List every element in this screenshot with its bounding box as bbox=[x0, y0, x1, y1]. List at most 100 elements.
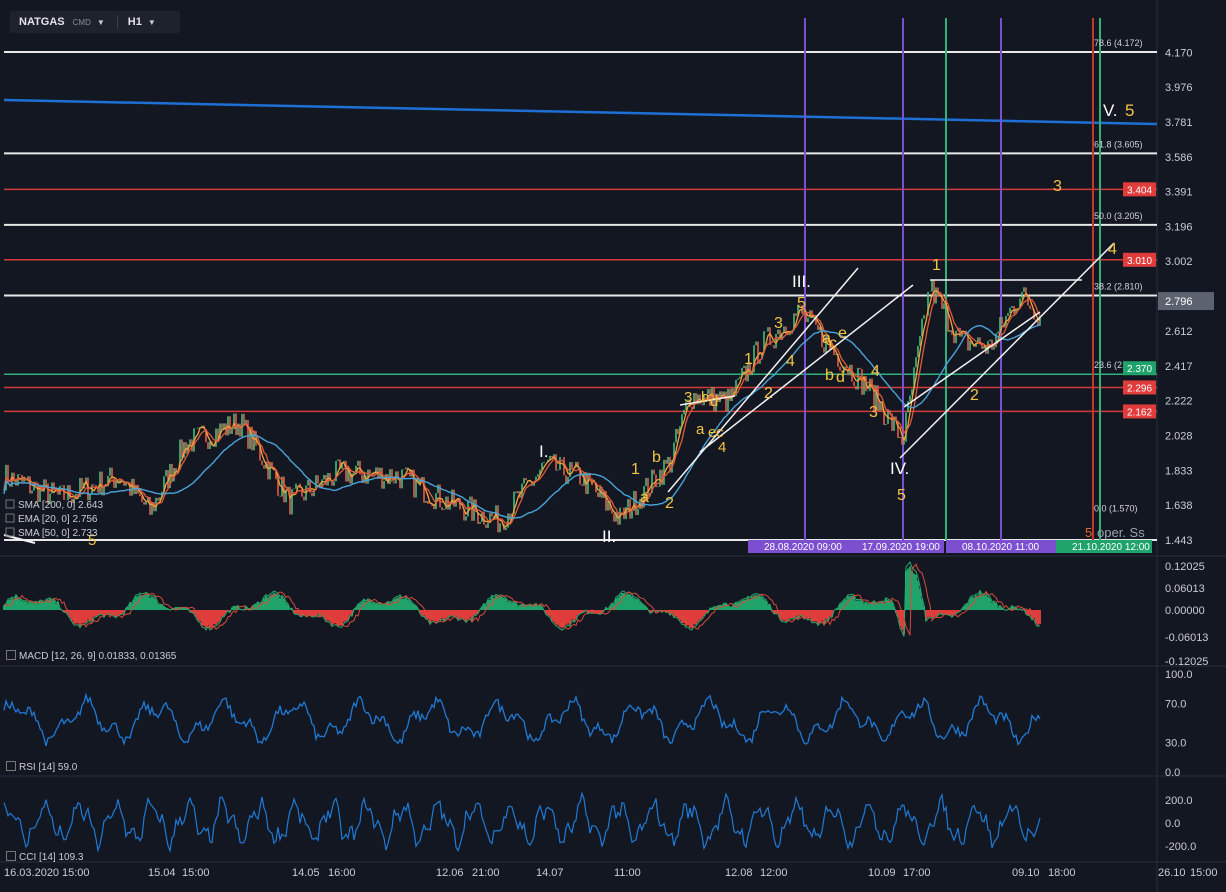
ema20-line bbox=[3, 289, 1041, 529]
target-label: oper. Ss bbox=[1097, 525, 1145, 540]
wave-label: b bbox=[652, 449, 661, 466]
time-axis-label: 16.03.2020 bbox=[4, 867, 59, 879]
red-level-tag-text: 2.296 bbox=[1127, 383, 1152, 394]
date-marker-text: 28.08.2020 09:00 bbox=[764, 542, 842, 553]
fib-label: 78.6 (4.172) bbox=[1094, 38, 1143, 48]
wave-label: 5 bbox=[797, 295, 806, 312]
wave-label: b bbox=[701, 389, 709, 406]
price-axis-label: 3.002 bbox=[1165, 256, 1193, 268]
wave-label: 5 bbox=[897, 487, 906, 504]
price-axis-label: 3.391 bbox=[1165, 187, 1193, 199]
wave-label: 3 bbox=[1053, 178, 1062, 195]
wave-label: 4 bbox=[871, 363, 880, 380]
wave-label: d bbox=[710, 393, 718, 410]
fib-label: 61.8 (3.605) bbox=[1094, 139, 1143, 149]
macd-legend: MACD [12, 26, 9] 0.01833, 0.01365 bbox=[6, 650, 176, 662]
wave-label: II. bbox=[602, 527, 616, 546]
wave-channel-line bbox=[699, 284, 914, 453]
red-level-tag-text: 2.162 bbox=[1127, 407, 1152, 418]
wave-label: e bbox=[838, 325, 847, 342]
chart-canvas[interactable]: 4.1703.9763.7813.5863.3913.1963.0022.807… bbox=[0, 0, 1226, 892]
time-axis-label: 15:00 bbox=[182, 867, 210, 879]
wave-label: III. bbox=[792, 272, 811, 291]
rsi-axis-label: 100.0 bbox=[1165, 669, 1193, 681]
time-axis-label: 12.08 bbox=[725, 867, 753, 879]
time-axis-label: 17:00 bbox=[903, 867, 931, 879]
price-axis-label: 2.612 bbox=[1165, 326, 1193, 338]
date-marker-text: 17.09.2020 19:00 bbox=[862, 542, 940, 553]
wave-label: a bbox=[640, 489, 649, 506]
price-axis-label: 2.417 bbox=[1165, 361, 1193, 373]
fib-label: 50.0 (3.205) bbox=[1094, 211, 1143, 221]
settings-icon bbox=[5, 513, 15, 523]
time-axis-label: 14.07 bbox=[536, 867, 564, 879]
time-axis-label: 10.09 bbox=[868, 867, 896, 879]
red-level-tag-text: 3.404 bbox=[1127, 185, 1152, 196]
macd-line bbox=[3, 561, 1041, 637]
wave-label: 5 bbox=[1125, 101, 1134, 120]
wave-label: c bbox=[829, 335, 837, 352]
rsi-legend: RSI [14] 59.0 bbox=[6, 761, 77, 773]
time-axis-label: 26.10 bbox=[1158, 867, 1186, 879]
wave-label: 3 bbox=[869, 404, 878, 421]
settings-icon[interactable] bbox=[6, 650, 16, 660]
wave-label: V. bbox=[1103, 101, 1118, 120]
wave-label: 4 bbox=[786, 353, 795, 370]
wave-label: b bbox=[825, 367, 834, 384]
target-label: 5 bbox=[1085, 525, 1092, 540]
time-axis-label: 15.04 bbox=[148, 867, 176, 879]
macd-axis-label: 0.12025 bbox=[1165, 561, 1205, 573]
price-axis-label: 1.443 bbox=[1165, 535, 1193, 547]
wave-label: 2 bbox=[665, 495, 674, 512]
price-axis-label: 4.170 bbox=[1165, 47, 1193, 59]
time-axis-label: 12:00 bbox=[760, 867, 788, 879]
wave-label: IV. bbox=[890, 459, 909, 478]
time-axis-label: 12.06 bbox=[436, 867, 464, 879]
wave-label: 3 bbox=[684, 389, 692, 406]
cci-axis-label: -200.0 bbox=[1165, 841, 1196, 853]
price-axis-label: 2.028 bbox=[1165, 430, 1193, 442]
price-axis-label: 2.222 bbox=[1165, 396, 1193, 408]
time-axis-label: 18:00 bbox=[1048, 867, 1076, 879]
wave-label: 3 bbox=[774, 315, 783, 332]
time-axis-label: 09.10 bbox=[1012, 867, 1040, 879]
time-axis-label: 11:00 bbox=[614, 867, 641, 879]
wave-label: 1 bbox=[744, 351, 753, 368]
cci-line bbox=[3, 791, 1041, 854]
wave-channel-line bbox=[899, 242, 1115, 459]
fib-label: 38.2 (2.810) bbox=[1094, 282, 1143, 292]
red-level-tag-text: 3.010 bbox=[1127, 256, 1152, 267]
date-marker-text: 08.10.2020 11:00 bbox=[962, 542, 1040, 553]
wave-label: d bbox=[836, 369, 845, 386]
wave-label: 2 bbox=[764, 385, 773, 402]
time-axis-label: 21:00 bbox=[472, 867, 500, 879]
macd-axis-label: 0.06013 bbox=[1165, 583, 1205, 595]
overlay-legend: SMA [200, 0] 2.643 bbox=[18, 500, 103, 511]
rsi-axis-label: 0.0 bbox=[1165, 767, 1180, 779]
wave-label: 4 bbox=[1108, 241, 1117, 258]
price-axis-label: 1.638 bbox=[1165, 500, 1193, 512]
time-axis-label: 15:00 bbox=[62, 867, 90, 879]
settings-icon[interactable] bbox=[6, 761, 16, 771]
current-price-tag-text: 2.796 bbox=[1165, 296, 1193, 308]
macd-axis-label: -0.06013 bbox=[1165, 632, 1208, 644]
price-axis-label: 3.586 bbox=[1165, 152, 1193, 164]
price-axis-label: 3.196 bbox=[1165, 222, 1193, 234]
date-marker-text: 21.10.2020 12:00 bbox=[1072, 542, 1150, 553]
time-axis-label: 15:00 bbox=[1190, 867, 1218, 879]
settings-icon[interactable] bbox=[6, 851, 16, 861]
time-axis-label: 14.05 bbox=[292, 867, 320, 879]
cci-legend: CCI [14] 109.3 bbox=[6, 851, 83, 863]
rsi-axis-label: 70.0 bbox=[1165, 698, 1186, 710]
price-axis-label: 1.833 bbox=[1165, 465, 1193, 477]
overlay-legend: EMA [20, 0] 2.756 bbox=[18, 514, 98, 525]
wave-label: I. bbox=[539, 442, 548, 461]
long-trendline bbox=[3, 98, 1158, 126]
wave-label: 1 bbox=[932, 257, 941, 274]
wave-label: 1 bbox=[631, 461, 640, 478]
wave-label: 2 bbox=[970, 387, 979, 404]
rsi-axis-label: 30.0 bbox=[1165, 738, 1186, 750]
wave-label: a bbox=[696, 421, 705, 438]
macd-axis-label: 0.00000 bbox=[1165, 605, 1205, 617]
time-axis-label: 16:00 bbox=[328, 867, 356, 879]
